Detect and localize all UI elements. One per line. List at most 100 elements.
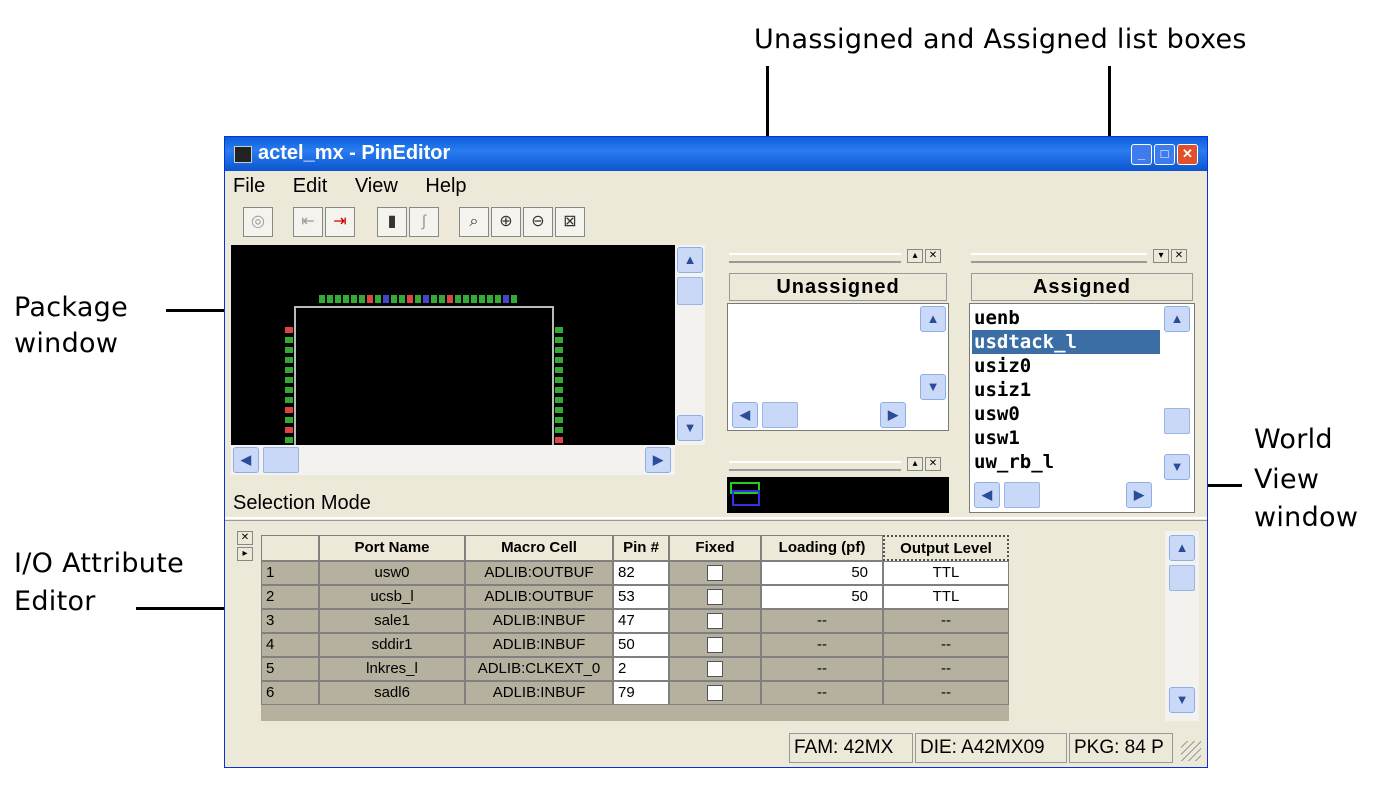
- col-header[interactable]: [261, 535, 319, 561]
- fixed-cell[interactable]: [669, 585, 761, 609]
- scroll-thumb[interactable]: [1004, 482, 1040, 508]
- minimize-icon[interactable]: _: [1131, 144, 1152, 165]
- list-item-selected[interactable]: usdtack_l: [972, 330, 1160, 354]
- fixed-checkbox[interactable]: [707, 565, 723, 582]
- macro-cell[interactable]: ADLIB:INBUF: [465, 633, 613, 657]
- fixed-checkbox[interactable]: [707, 685, 723, 702]
- fixed-checkbox[interactable]: [707, 661, 723, 678]
- col-header-loading[interactable]: Loading (pf): [761, 535, 883, 561]
- list-item[interactable]: uenb: [972, 306, 1020, 330]
- panel-grip[interactable]: [729, 461, 901, 471]
- import-icon[interactable]: ⇤: [293, 207, 323, 237]
- port-name-cell[interactable]: sddir1: [319, 633, 465, 657]
- output-level-cell[interactable]: TTL: [883, 585, 1009, 609]
- list-item[interactable]: usw0: [972, 402, 1020, 426]
- list-item[interactable]: uw_rb_l: [972, 450, 1054, 474]
- col-header-port[interactable]: Port Name: [319, 535, 465, 561]
- assigned-list[interactable]: uenb usdtack_l usiz0 usiz1 usw0 usw1 uw_…: [969, 303, 1195, 513]
- lock-icon[interactable]: ▮: [377, 207, 407, 237]
- assigned-header[interactable]: Assigned: [971, 273, 1193, 301]
- port-name-cell[interactable]: usw0: [319, 561, 465, 585]
- panel-restore-icon[interactable]: ▴: [907, 249, 923, 263]
- scroll-up-icon[interactable]: ▲: [677, 247, 703, 273]
- panel-close-icon[interactable]: ✕: [925, 457, 941, 471]
- zoom-fit-icon[interactable]: ⊠: [555, 207, 585, 237]
- pin-cell[interactable]: 79: [613, 681, 669, 705]
- scroll-right-icon[interactable]: ▶: [1126, 482, 1152, 508]
- zoom-out-icon[interactable]: ⊖: [523, 207, 553, 237]
- panel-restore-icon[interactable]: ▴: [907, 457, 923, 471]
- pin-cell[interactable]: 82: [613, 561, 669, 585]
- scroll-left-icon[interactable]: ◀: [233, 447, 259, 473]
- package-vscrollbar[interactable]: ▲ ▼: [675, 245, 705, 445]
- loading-cell[interactable]: 50: [761, 561, 883, 585]
- col-header-output[interactable]: Output Level: [883, 535, 1009, 561]
- panel-close-icon[interactable]: ✕: [1171, 249, 1187, 263]
- menu-view[interactable]: View: [355, 175, 398, 197]
- col-header-macro[interactable]: Macro Cell: [465, 535, 613, 561]
- list-item[interactable]: usiz0: [972, 354, 1031, 378]
- unassigned-header[interactable]: Unassigned: [729, 273, 947, 301]
- pin-cell[interactable]: 47: [613, 609, 669, 633]
- menu-help[interactable]: Help: [425, 175, 466, 197]
- fixed-checkbox[interactable]: [707, 637, 723, 654]
- scroll-up-icon[interactable]: ▲: [920, 306, 946, 332]
- unlock-icon[interactable]: ∫: [409, 207, 439, 237]
- scroll-right-icon[interactable]: ▶: [645, 447, 671, 473]
- splitter[interactable]: [225, 517, 1207, 521]
- scroll-down-icon[interactable]: ▼: [1169, 687, 1195, 713]
- list-item[interactable]: usiz1: [972, 378, 1031, 402]
- scroll-left-icon[interactable]: ◀: [732, 402, 758, 428]
- pin-cell[interactable]: 53: [613, 585, 669, 609]
- fixed-checkbox[interactable]: [707, 613, 723, 630]
- unassigned-list[interactable]: ▲ ▼ ◀ ▶: [727, 303, 949, 431]
- table-vscrollbar[interactable]: ▲ ▼: [1165, 531, 1199, 721]
- scroll-thumb[interactable]: [762, 402, 798, 428]
- scroll-up-icon[interactable]: ▲: [1164, 306, 1190, 332]
- scroll-thumb[interactable]: [263, 447, 299, 473]
- zoom-in-icon[interactable]: ⊕: [491, 207, 521, 237]
- fixed-checkbox[interactable]: [707, 589, 723, 606]
- io-attribute-table[interactable]: Port Name Macro Cell Pin # Fixed Loading…: [261, 535, 1009, 721]
- export-icon[interactable]: ⇥: [325, 207, 355, 237]
- editor-close-icon[interactable]: ✕: [237, 531, 253, 545]
- port-name-cell[interactable]: lnkres_l: [319, 657, 465, 681]
- close-icon[interactable]: ✕: [1177, 144, 1198, 165]
- list-item[interactable]: usw1: [972, 426, 1020, 450]
- database-icon[interactable]: ◎: [243, 207, 273, 237]
- col-header-pin[interactable]: Pin #: [613, 535, 669, 561]
- port-name-cell[interactable]: sale1: [319, 609, 465, 633]
- macro-cell[interactable]: ADLIB:OUTBUF: [465, 585, 613, 609]
- world-view[interactable]: [727, 477, 949, 513]
- pin-cell[interactable]: 2: [613, 657, 669, 681]
- scroll-thumb[interactable]: [1169, 565, 1195, 591]
- package-view[interactable]: [231, 245, 675, 448]
- menu-edit[interactable]: Edit: [293, 175, 327, 197]
- macro-cell[interactable]: ADLIB:INBUF: [465, 609, 613, 633]
- macro-cell[interactable]: ADLIB:INBUF: [465, 681, 613, 705]
- package-hscrollbar[interactable]: ◀ ▶: [231, 445, 675, 475]
- fixed-cell[interactable]: [669, 657, 761, 681]
- maximize-icon[interactable]: □: [1154, 144, 1175, 165]
- fixed-cell[interactable]: [669, 681, 761, 705]
- macro-cell[interactable]: ADLIB:OUTBUF: [465, 561, 613, 585]
- loading-cell[interactable]: 50: [761, 585, 883, 609]
- resize-grip-icon[interactable]: [1181, 741, 1201, 761]
- scroll-down-icon[interactable]: ▼: [1164, 454, 1190, 480]
- scroll-left-icon[interactable]: ◀: [974, 482, 1000, 508]
- scroll-down-icon[interactable]: ▼: [920, 374, 946, 400]
- scroll-thumb[interactable]: [1164, 408, 1190, 434]
- menu-file[interactable]: File: [233, 175, 265, 197]
- scroll-up-icon[interactable]: ▲: [1169, 535, 1195, 561]
- scroll-down-icon[interactable]: ▼: [677, 415, 703, 441]
- scroll-thumb[interactable]: [677, 277, 703, 305]
- zoom-select-icon[interactable]: ⌕: [459, 207, 489, 237]
- output-level-cell[interactable]: TTL: [883, 561, 1009, 585]
- macro-cell[interactable]: ADLIB:CLKEXT_0: [465, 657, 613, 681]
- editor-float-icon[interactable]: ▸: [237, 547, 253, 561]
- port-name-cell[interactable]: sadl6: [319, 681, 465, 705]
- panel-grip[interactable]: [971, 253, 1147, 263]
- scroll-right-icon[interactable]: ▶: [880, 402, 906, 428]
- fixed-cell[interactable]: [669, 633, 761, 657]
- fixed-cell[interactable]: [669, 561, 761, 585]
